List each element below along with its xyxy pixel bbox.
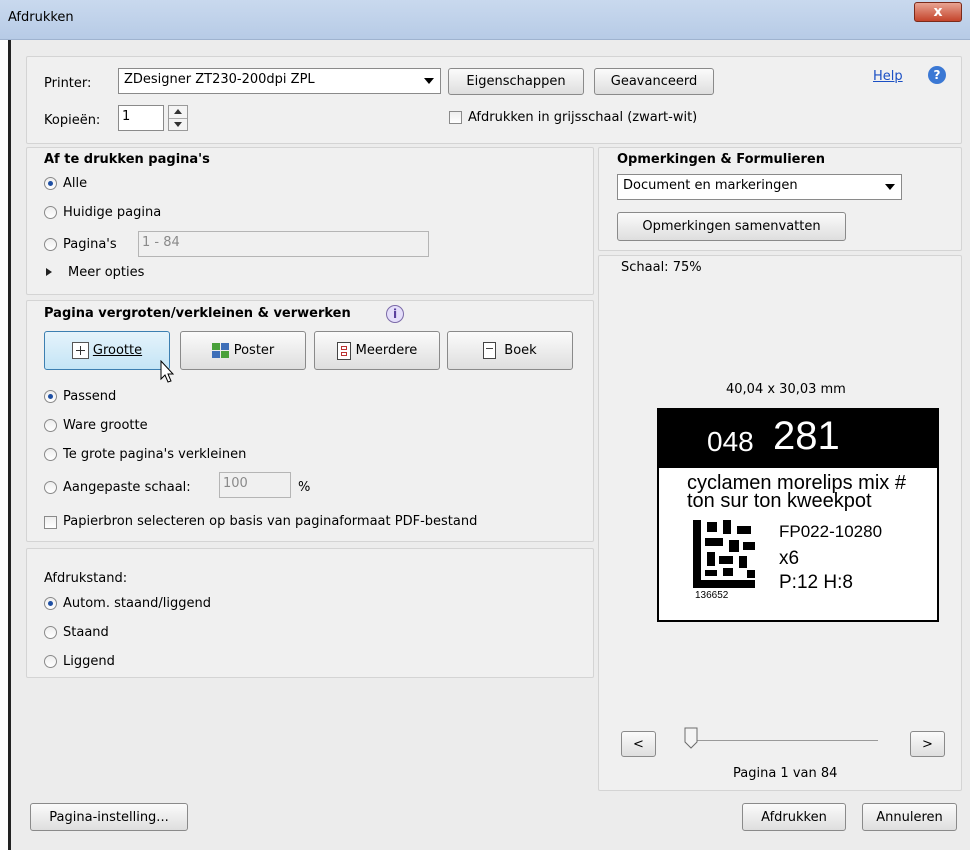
prev-page-button[interactable]: < — [621, 731, 656, 757]
tab-boek-label: Boek — [504, 343, 537, 358]
orientation-title: Afdrukstand: — [44, 571, 128, 586]
radio-actual-label: Ware grootte — [63, 418, 148, 433]
label-code: FP022-10280 — [779, 522, 883, 541]
label-number-small: 048 — [707, 426, 754, 457]
radio-actual[interactable] — [44, 419, 57, 432]
paper-source-label: Papierbron selecteren op basis van pagin… — [63, 514, 478, 529]
book-icon — [483, 342, 497, 359]
stepper-divider — [169, 118, 187, 119]
help-icon[interactable]: ? — [928, 66, 946, 84]
tab-boek[interactable]: Boek — [447, 331, 573, 370]
tab-grootte[interactable]: Grootte — [44, 331, 170, 370]
radio-portrait-label: Staand — [63, 625, 109, 640]
copies-stepper[interactable] — [168, 105, 188, 131]
preview-scale: Schaal: 75% — [621, 260, 702, 275]
radio-custom-label: Aangepaste schaal: — [63, 480, 191, 495]
printer-value: ZDesigner ZT230-200dpi ZPL — [124, 72, 315, 87]
advanced-button[interactable]: Geavanceerd — [594, 68, 714, 95]
title-bar — [0, 0, 970, 40]
summarize-comments-button[interactable]: Opmerkingen samenvatten — [617, 212, 846, 241]
comments-select[interactable]: Document en markeringen — [617, 174, 902, 200]
more-options-link[interactable]: Meer opties — [68, 265, 144, 280]
tab-meerdere-label: Meerdere — [355, 343, 418, 358]
mouse-cursor-icon — [160, 360, 175, 383]
radio-current[interactable] — [44, 206, 57, 219]
resize-icon — [71, 342, 89, 359]
properties-button[interactable]: Eigenschappen — [448, 68, 584, 95]
scaling-title: Pagina vergroten/verkleinen & verwerken — [44, 306, 351, 321]
preview-dimensions: 40,04 x 30,03 mm — [726, 382, 846, 397]
radio-all-label: Alle — [63, 176, 88, 191]
radio-all[interactable] — [44, 177, 57, 190]
close-button[interactable]: x — [914, 2, 962, 22]
print-button[interactable]: Afdrukken — [742, 803, 846, 831]
percent-label: % — [298, 480, 311, 495]
comments-select-value: Document en markeringen — [623, 178, 798, 193]
pages-range-input[interactable]: 1 - 84 — [138, 231, 429, 257]
datamatrix-code — [693, 520, 755, 588]
copies-input[interactable]: 1 — [118, 105, 164, 131]
stepper-up-icon[interactable] — [174, 109, 182, 114]
radio-pages-label: Pagina's — [63, 237, 117, 252]
tab-grootte-label: Grootte — [92, 343, 143, 358]
help-link[interactable]: Help — [873, 69, 903, 84]
radio-auto-label: Autom. staand/liggend — [63, 596, 212, 611]
radio-custom[interactable] — [44, 481, 57, 494]
poster-icon — [211, 342, 230, 359]
chevron-down-icon — [885, 184, 895, 190]
radio-auto[interactable] — [44, 597, 57, 610]
label-line2: ton sur ton kweekpot — [687, 490, 872, 512]
page-setup-button[interactable]: Pagina-instelling... — [30, 803, 188, 831]
tab-poster[interactable]: Poster — [180, 331, 306, 370]
custom-scale-input[interactable]: 100 — [219, 472, 291, 498]
grayscale-label: Afdrukken in grijsschaal (zwart-wit) — [468, 110, 698, 125]
label-qty: x6 — [779, 548, 800, 569]
grayscale-checkbox[interactable] — [449, 111, 462, 124]
printer-label: Printer: — [44, 76, 92, 91]
radio-landscape-label: Liggend — [63, 654, 115, 669]
page-slider-track[interactable] — [690, 740, 878, 741]
radio-portrait[interactable] — [44, 626, 57, 639]
radio-current-label: Huidige pagina — [63, 205, 162, 220]
tab-meerdere[interactable]: Meerdere — [314, 331, 440, 370]
label-number-big: 281 — [773, 414, 840, 458]
radio-shrink[interactable] — [44, 448, 57, 461]
page-status: Pagina 1 van 84 — [733, 766, 838, 781]
radio-landscape[interactable] — [44, 655, 57, 668]
next-page-button[interactable]: > — [910, 731, 945, 757]
copies-label: Kopieën: — [44, 113, 101, 128]
pages-title: Af te drukken pagina's — [44, 152, 210, 167]
window-title: Afdrukken — [8, 10, 74, 25]
stepper-down-icon[interactable] — [174, 122, 182, 127]
tab-poster-label: Poster — [233, 343, 275, 358]
radio-fit-label: Passend — [63, 389, 117, 404]
cancel-button[interactable]: Annuleren — [862, 803, 957, 831]
radio-fit[interactable] — [44, 390, 57, 403]
printer-select[interactable]: ZDesigner ZT230-200dpi ZPL — [118, 68, 441, 94]
info-icon[interactable]: i — [386, 305, 404, 323]
expand-arrow-icon[interactable] — [46, 268, 52, 276]
page-slider-thumb[interactable] — [684, 727, 698, 749]
left-border — [8, 40, 11, 850]
radio-pages[interactable] — [44, 238, 57, 251]
barcode-number: 136652 — [695, 590, 729, 601]
multiple-pages-icon — [336, 341, 351, 360]
comments-title: Opmerkingen & Formulieren — [617, 152, 825, 167]
radio-shrink-label: Te grote pagina's verkleinen — [63, 447, 247, 462]
chevron-down-icon — [424, 78, 434, 84]
label-preview: 048 281 cyclamen morelips mix # ton sur … — [657, 408, 939, 622]
paper-source-checkbox[interactable] — [44, 516, 57, 529]
label-ph: P:12 H:8 — [779, 572, 853, 593]
